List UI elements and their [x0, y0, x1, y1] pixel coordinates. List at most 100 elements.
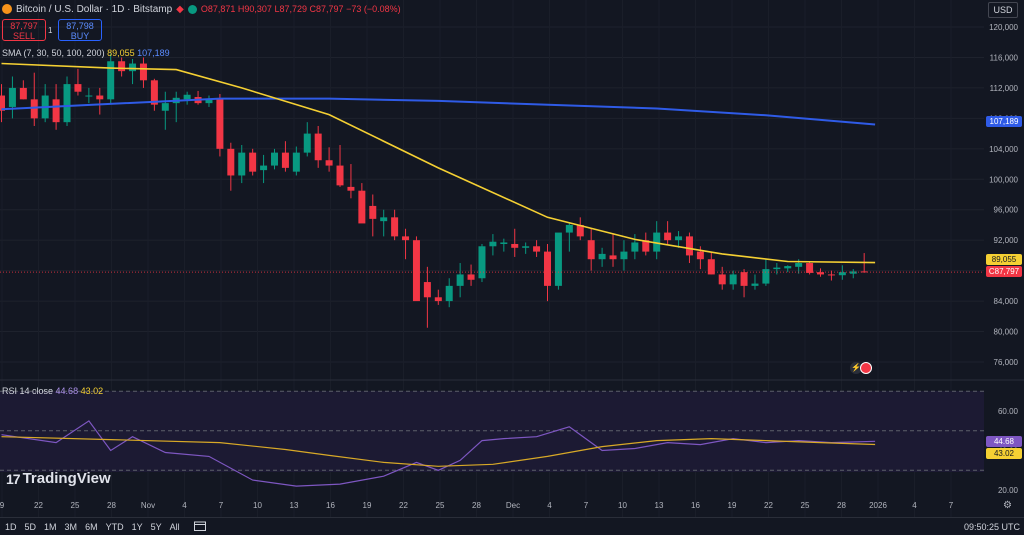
candle-body	[336, 165, 344, 186]
candle-body	[838, 272, 846, 276]
candle-body	[554, 232, 562, 286]
candle-body	[292, 152, 300, 172]
candle-body	[402, 236, 410, 241]
time-tick-label: 2026	[869, 501, 887, 510]
sma-fast-line	[1, 62, 876, 264]
time-tick-label: 25	[71, 501, 80, 510]
time-tick-label: 28	[472, 501, 481, 510]
time-tick-label: 4	[912, 501, 917, 510]
last-price-tag: C87,797	[986, 266, 1022, 277]
settings-gear-icon[interactable]: ⚙	[1003, 500, 1012, 511]
candle-body	[8, 87, 16, 107]
candle-body	[161, 103, 169, 111]
sma-fast-price-tag: 89,055	[986, 254, 1022, 265]
candle-body	[52, 99, 60, 123]
time-tick-label: 13	[655, 501, 664, 510]
sma-legend[interactable]: SMA (7, 30, 50, 100, 200) 89,055 107,189	[2, 48, 170, 58]
candle-body	[183, 94, 191, 100]
sell-price: 87,797	[10, 21, 38, 31]
currency-selector[interactable]: USD	[988, 2, 1018, 18]
rsi-legend[interactable]: RSI 14 close 44.68 43.02	[2, 386, 103, 396]
alert-bell-icon[interactable]: ◆	[176, 4, 184, 15]
range-button[interactable]: All	[170, 522, 180, 532]
range-button[interactable]: 1M	[44, 522, 57, 532]
candle-body	[325, 160, 333, 166]
event-flag-icons[interactable]: ⚡	[850, 362, 872, 374]
candle-body	[489, 241, 497, 247]
price-tick-label: 84,000	[994, 297, 1019, 306]
time-tick-label: 28	[837, 501, 846, 510]
candle-body	[675, 236, 683, 241]
rsi-background-band	[0, 391, 984, 472]
price-chart[interactable]: 76,00080,00084,00088,00092,00096,000100,…	[0, 0, 1024, 534]
us-flag-event-icon[interactable]	[860, 362, 872, 374]
price-tick-label: 104,000	[989, 145, 1018, 154]
range-button[interactable]: 3M	[65, 522, 78, 532]
candle-body	[631, 242, 639, 252]
candle-body	[129, 63, 137, 72]
candle-body	[522, 246, 530, 248]
buy-price: 87,798	[66, 21, 94, 31]
tradingview-mark-icon: 17	[6, 470, 21, 487]
candle-body	[795, 263, 803, 267]
rsi-tick-label: 60.00	[998, 407, 1019, 416]
bitcoin-logo	[2, 4, 12, 14]
time-tick-label: 28	[107, 501, 116, 510]
time-tick-label: 7	[219, 501, 224, 510]
candle-body	[107, 61, 115, 100]
buy-label: BUY	[70, 31, 90, 41]
tradingview-logo: 17 TradingView	[6, 470, 111, 487]
candle-body	[118, 61, 126, 72]
range-button[interactable]: YTD	[106, 522, 124, 532]
range-button[interactable]: 6M	[85, 522, 98, 532]
rsi-value-tag: 44.68	[986, 436, 1022, 447]
time-tick-label: 22	[399, 501, 408, 510]
candle-body	[63, 84, 71, 123]
range-button[interactable]: 5Y	[151, 522, 162, 532]
time-tick-label: 25	[801, 501, 810, 510]
candle-body	[380, 217, 388, 222]
candle-body	[238, 152, 246, 176]
candle-body	[260, 165, 268, 171]
calendar-range-icon[interactable]	[194, 521, 206, 531]
time-tick-label: 19	[363, 501, 372, 510]
price-tick-label: 92,000	[994, 236, 1019, 245]
candle-body	[620, 251, 628, 260]
time-tick-label: 13	[290, 501, 299, 510]
spread-value: 1	[48, 26, 53, 35]
sma-fast-value: 89,055	[107, 48, 135, 58]
time-tick-label: Nov	[141, 501, 155, 510]
time-tick-label: 16	[691, 501, 700, 510]
candle-body	[445, 285, 453, 302]
sell-button[interactable]: 87,797 SELL	[2, 19, 46, 41]
range-button[interactable]: 5D	[25, 522, 37, 532]
buy-button[interactable]: 87,798 BUY	[58, 19, 102, 41]
time-tick-label: Dec	[506, 501, 520, 510]
rsi-tick-label: 20.00	[998, 486, 1019, 495]
candle-body	[500, 242, 508, 244]
candle-body	[598, 253, 606, 260]
clock-readout[interactable]: 09:50:25 UTC	[964, 522, 1020, 532]
candle-body	[19, 87, 27, 100]
candle-body	[533, 246, 541, 252]
bottom-toolbar: 1D 5D 1M 3M 6M YTD 1Y 5Y All 09:50:25 UTC	[0, 517, 1024, 535]
candle-body	[784, 266, 792, 269]
price-tick-label: 120,000	[989, 23, 1018, 32]
sma-slow-value: 107,189	[137, 48, 170, 58]
time-tick-label: 7	[949, 501, 954, 510]
candle-body	[434, 297, 442, 302]
candle-body	[544, 251, 551, 286]
range-button[interactable]: 1D	[5, 522, 17, 532]
candle-body	[718, 274, 726, 285]
range-button[interactable]: 1Y	[132, 522, 143, 532]
candle-body	[281, 152, 289, 168]
time-tick-label: 7	[584, 501, 589, 510]
candle-body	[347, 186, 355, 191]
candle-body	[96, 95, 104, 100]
symbol-title[interactable]: Bitcoin / U.S. Dollar · 1D · Bitstamp	[16, 4, 172, 15]
candle-body	[806, 263, 814, 273]
candle-body	[271, 152, 278, 166]
candle-body	[369, 205, 377, 219]
time-tick-label: 10	[618, 501, 627, 510]
range-buttons: 1D 5D 1M 3M 6M YTD 1Y 5Y All	[5, 522, 180, 532]
